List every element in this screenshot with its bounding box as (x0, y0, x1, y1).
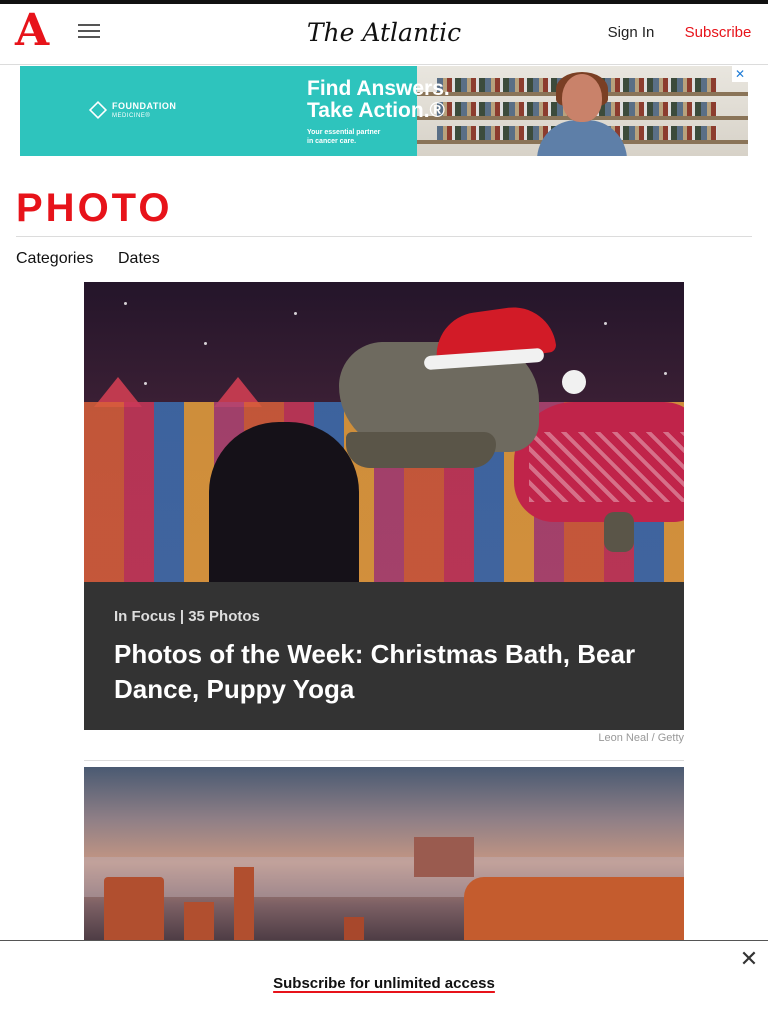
feature-image[interactable] (84, 282, 684, 582)
ad-brand-name: FOUNDATION (112, 101, 177, 111)
section-divider (16, 236, 752, 237)
ad-banner[interactable]: FOUNDATION MEDICINE® Find Answers. Take … (20, 66, 748, 156)
ad-brand: FOUNDATION MEDICINE® (112, 101, 222, 121)
sign-in-link[interactable]: Sign In (600, 22, 662, 44)
feature-title[interactable]: Photos of the Week: Christmas Bath, Bear… (114, 637, 654, 709)
feature-kicker: In Focus | 35 Photos (114, 608, 260, 625)
ad-close-icon[interactable]: ✕ (732, 66, 748, 82)
close-icon[interactable]: ✕ (738, 948, 760, 970)
spectator-silhouette (209, 422, 359, 582)
ad-tagline: Your essential partner in cancer care. (307, 129, 381, 145)
card-divider (84, 760, 684, 761)
section-title: PHOTO (16, 186, 173, 230)
ad-brand-sub: MEDICINE® (112, 113, 151, 119)
ad-headline: Find Answers. Take Action.® (307, 77, 450, 122)
site-wordmark[interactable]: The Atlantic (300, 16, 468, 50)
atlantic-logo[interactable]: A (15, 9, 49, 53)
dates-filter[interactable]: Dates (118, 248, 168, 270)
categories-filter[interactable]: Categories (16, 248, 104, 270)
subscribe-link[interactable]: Subscribe (680, 22, 756, 44)
site-header: A The Atlantic Sign In Subscribe (0, 4, 768, 65)
menu-icon[interactable] (78, 20, 102, 42)
photo-credit: Leon Neal / Getty (598, 732, 684, 744)
ad-person-image (532, 72, 632, 156)
second-feature-image[interactable] (84, 767, 684, 941)
subscribe-unlimited-link[interactable]: Subscribe for unlimited access (230, 974, 538, 996)
